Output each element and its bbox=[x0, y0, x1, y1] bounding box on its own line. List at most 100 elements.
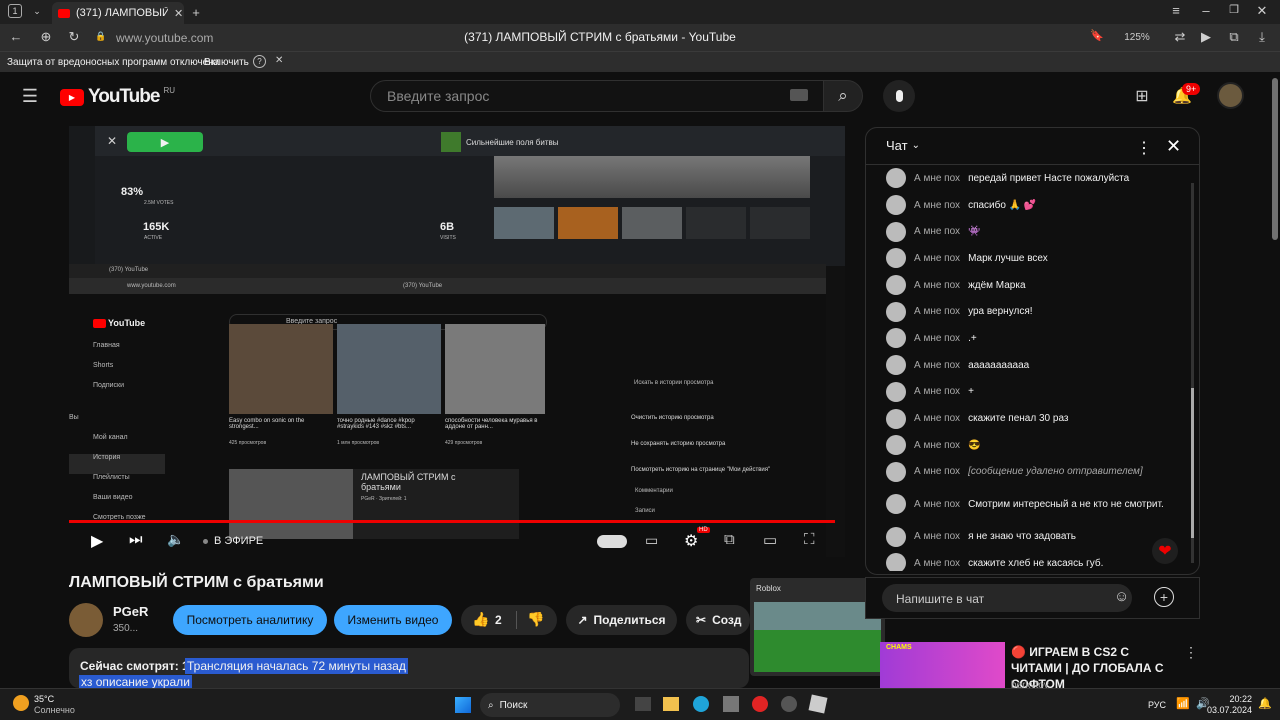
chat-author-name[interactable]: А мне пох bbox=[914, 226, 960, 237]
autoplay-toggle[interactable] bbox=[597, 535, 627, 548]
chat-author-avatar[interactable] bbox=[886, 195, 906, 216]
voice-search-button[interactable] bbox=[883, 80, 915, 112]
chat-author-name[interactable]: А мне пох bbox=[914, 531, 960, 542]
file-explorer-icon[interactable] bbox=[663, 697, 679, 711]
create-video-icon[interactable]: ⊞ bbox=[1132, 86, 1152, 106]
enable-protection-link[interactable]: Включить bbox=[204, 57, 249, 68]
live-indicator[interactable]: В ЭФИРЕ bbox=[203, 535, 263, 547]
more-options-icon[interactable]: ⋮ bbox=[1136, 138, 1152, 158]
chat-author-name[interactable]: А мне пох bbox=[914, 333, 960, 344]
steam-icon[interactable] bbox=[781, 696, 797, 712]
keyboard-icon[interactable] bbox=[790, 89, 808, 101]
chat-author-name[interactable]: А мне пох bbox=[914, 253, 960, 264]
chat-author-name[interactable]: А мне пох bbox=[914, 306, 960, 317]
channel-avatar[interactable] bbox=[69, 603, 103, 637]
close-info-icon[interactable]: ✕ bbox=[275, 55, 283, 66]
settings-gear-icon[interactable]: ⚙ bbox=[684, 531, 698, 551]
chat-author-avatar[interactable] bbox=[886, 381, 906, 402]
store-icon[interactable] bbox=[723, 696, 739, 712]
fullscreen-icon[interactable]: ⛶ bbox=[804, 531, 815, 548]
create-clip-button[interactable]: ✂ Созд bbox=[686, 605, 750, 635]
translate-icon[interactable]: ⇄ bbox=[1172, 29, 1188, 45]
add-icon[interactable]: + bbox=[1154, 587, 1174, 607]
new-tab-icon[interactable]: + bbox=[188, 4, 204, 20]
chat-mode-selector[interactable]: Чат ⌄ bbox=[886, 138, 920, 153]
theater-mode-icon[interactable]: ▭ bbox=[763, 531, 777, 549]
chat-author-name[interactable]: А мне пох bbox=[914, 413, 960, 424]
like-icon[interactable]: 👍 bbox=[472, 611, 489, 628]
chat-author-avatar[interactable] bbox=[886, 168, 906, 189]
progress-bar[interactable] bbox=[69, 520, 835, 523]
chat-author-name[interactable]: А мне пох bbox=[914, 360, 960, 371]
menu-icon[interactable]: ≡ bbox=[1168, 3, 1184, 18]
volume-icon[interactable]: 🔈 bbox=[167, 531, 184, 548]
close-chat-icon[interactable]: ✕ bbox=[1166, 136, 1181, 157]
weather-temp[interactable]: 35°C bbox=[34, 694, 54, 704]
chat-author-avatar[interactable] bbox=[886, 408, 906, 429]
search-button[interactable]: ⌕ bbox=[823, 80, 863, 112]
browser-tab-active[interactable]: (371) ЛАМПОВЫЙ СТРИМ с братьями ✕ bbox=[52, 2, 184, 24]
emoji-icon[interactable]: ☺ bbox=[1114, 588, 1129, 605]
taskbar-search[interactable]: ⌕ Поиск bbox=[480, 693, 620, 717]
recommended-channel[interactable]: berkytoy bbox=[1011, 680, 1049, 688]
task-view-icon[interactable] bbox=[635, 697, 651, 711]
chat-input[interactable]: Напишите в чат bbox=[882, 584, 1132, 612]
edit-video-button[interactable]: Изменить видео bbox=[334, 605, 452, 635]
edge-icon[interactable] bbox=[693, 696, 709, 712]
miniplayer-icon[interactable]: ⧉ bbox=[724, 531, 735, 548]
chat-author-avatar[interactable] bbox=[886, 221, 906, 242]
chat-author-avatar[interactable] bbox=[886, 275, 906, 296]
clock-time[interactable]: 20:22 bbox=[1226, 694, 1252, 704]
roblox-icon[interactable] bbox=[808, 694, 828, 714]
hamburger-menu-icon[interactable]: ☰ bbox=[20, 86, 40, 107]
play-icon[interactable]: ▶ bbox=[91, 531, 103, 551]
video-player[interactable]: ✕ ▶ Сильнейшие поля битвы 83% 2.5M VOTES… bbox=[69, 126, 845, 557]
chat-author-avatar[interactable] bbox=[886, 526, 906, 547]
windows-start-icon[interactable] bbox=[455, 697, 471, 713]
close-tab-icon[interactable]: ✕ bbox=[174, 7, 183, 20]
maximize-icon[interactable]: ❐ bbox=[1226, 3, 1242, 16]
account-avatar[interactable] bbox=[1217, 82, 1244, 109]
chat-author-avatar[interactable] bbox=[886, 553, 906, 571]
dislike-icon[interactable]: 👎 bbox=[527, 611, 544, 628]
zoom-level[interactable]: 125% bbox=[1112, 28, 1162, 46]
search-input[interactable]: Введите запрос bbox=[370, 80, 824, 112]
analytics-button[interactable]: Посмотреть аналитику bbox=[173, 605, 327, 635]
chat-author-name[interactable]: А мне пох bbox=[914, 466, 960, 477]
page-scrollbar-thumb[interactable] bbox=[1272, 78, 1278, 240]
bookmark-icon[interactable]: 🔖 bbox=[1090, 29, 1104, 42]
language-indicator[interactable]: РУС bbox=[1148, 700, 1166, 710]
url-field[interactable]: www.youtube.com bbox=[116, 31, 213, 45]
close-window-icon[interactable]: ✕ bbox=[1254, 3, 1270, 19]
more-options-icon[interactable]: ⋮ bbox=[1184, 644, 1198, 661]
wifi-icon[interactable]: 📶 bbox=[1176, 697, 1190, 710]
channel-name[interactable]: PGeR bbox=[113, 604, 148, 619]
media-icon[interactable]: ▶ bbox=[1198, 29, 1214, 45]
reload-icon[interactable]: ↻ bbox=[66, 29, 82, 45]
chat-author-name[interactable]: А мне пох bbox=[914, 386, 960, 397]
protect-icon[interactable]: ⊕ bbox=[38, 29, 54, 45]
help-icon[interactable]: ? bbox=[253, 55, 266, 68]
chat-author-name[interactable]: А мне пох bbox=[914, 173, 960, 184]
chat-author-avatar[interactable] bbox=[886, 355, 906, 376]
chat-author-avatar[interactable] bbox=[886, 301, 906, 322]
share-button[interactable]: ↗ Поделиться bbox=[566, 605, 677, 635]
chat-author-name[interactable]: А мне пох bbox=[914, 558, 960, 569]
chat-author-name[interactable]: А мне пох bbox=[914, 280, 960, 291]
subtitles-icon[interactable]: ▭ bbox=[645, 532, 658, 549]
chat-scrollbar-thumb[interactable] bbox=[1191, 388, 1194, 538]
chat-author-name[interactable]: А мне пох bbox=[914, 200, 960, 211]
youtube-logo[interactable]: ▶ YouTube RU bbox=[60, 86, 175, 108]
recommended-thumbnail[interactable]: CHAMS bbox=[880, 642, 1005, 688]
download-icon[interactable]: ⤓ bbox=[1254, 29, 1270, 45]
chat-author-avatar[interactable] bbox=[886, 494, 906, 515]
chat-author-name[interactable]: А мне пох bbox=[914, 499, 960, 510]
next-icon[interactable]: ⏭ bbox=[129, 531, 143, 548]
chat-author-avatar[interactable] bbox=[886, 328, 906, 349]
heart-reaction-icon[interactable]: ❤ bbox=[1152, 538, 1178, 564]
chat-author-avatar[interactable] bbox=[886, 435, 906, 456]
chat-author-avatar[interactable] bbox=[886, 248, 906, 269]
chat-author-avatar[interactable] bbox=[886, 461, 906, 482]
back-icon[interactable]: ← bbox=[8, 29, 24, 44]
notification-center-icon[interactable]: 🔔 bbox=[1258, 697, 1272, 710]
